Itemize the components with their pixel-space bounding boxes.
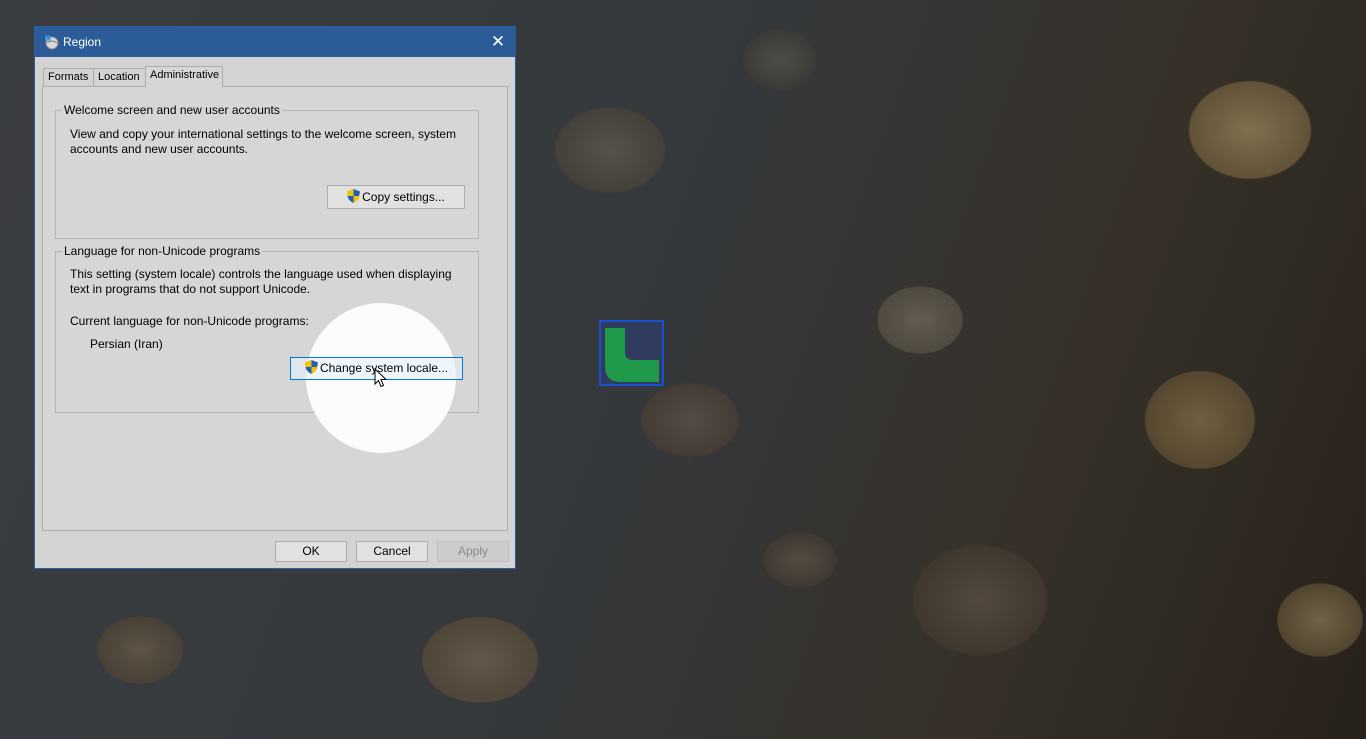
close-button[interactable]: ✕ [481, 27, 515, 57]
uac-shield-icon [304, 360, 318, 374]
cancel-button[interactable]: Cancel [356, 541, 428, 562]
l-shape-icon [605, 328, 659, 382]
tab-panel-administrative: Welcome screen and new user accounts Vie… [42, 86, 508, 531]
mouse-pointer-icon [374, 368, 388, 388]
current-language-label: Current language for non-Unicode program… [70, 314, 309, 328]
non-unicode-group-title: Language for non-Unicode programs [62, 244, 263, 258]
ok-button[interactable]: OK [275, 541, 347, 562]
current-language-value: Persian (Iran) [90, 337, 163, 351]
overlay-marker [599, 320, 664, 386]
welcome-description-line2: accounts and new user accounts. [70, 142, 249, 156]
tab-location[interactable]: Location [93, 68, 147, 86]
region-dialog: Region ✕ Formats Location Administrative… [34, 26, 516, 569]
welcome-description-line1: View and copy your international setting… [70, 127, 456, 141]
title-bar[interactable]: Region ✕ [35, 27, 515, 57]
welcome-screen-group: Welcome screen and new user accounts Vie… [55, 103, 479, 239]
welcome-group-title: Welcome screen and new user accounts [62, 103, 282, 117]
uac-shield-icon [347, 189, 361, 203]
tab-formats[interactable]: Formats [43, 68, 95, 86]
tab-administrative[interactable]: Administrative [145, 66, 223, 87]
window-title: Region [63, 35, 102, 49]
copy-settings-button[interactable]: Copy settings... [327, 185, 465, 209]
apply-button[interactable]: Apply [437, 541, 509, 562]
copy-settings-label: Copy settings... [362, 190, 445, 204]
non-unicode-description-line1: This setting (system locale) controls th… [70, 267, 452, 281]
region-globe-icon [45, 35, 59, 50]
non-unicode-description-line2: text in programs that do not support Uni… [70, 282, 311, 296]
